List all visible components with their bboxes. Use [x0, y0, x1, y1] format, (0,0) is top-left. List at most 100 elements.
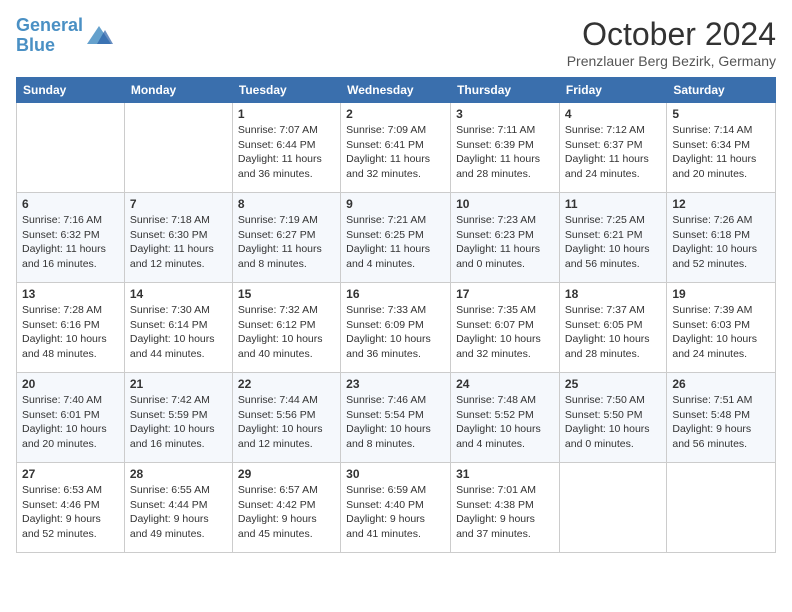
day-content: Sunrise: 6:55 AMSunset: 4:44 PMDaylight:…: [130, 483, 227, 542]
calendar-cell: 16 Sunrise: 7:33 AMSunset: 6:09 PMDayligh…: [341, 283, 451, 373]
day-content: Sunrise: 6:57 AMSunset: 4:42 PMDaylight:…: [238, 483, 335, 542]
calendar-cell: 27Sunrise: 6:53 AMSunset: 4:46 PMDayligh…: [17, 463, 125, 553]
day-number: 2: [346, 107, 445, 121]
day-number: 4: [565, 107, 661, 121]
day-content: Sunrise: 7:28 AMSunset: 6:16 PMDaylight:…: [22, 303, 119, 362]
day-number: 23: [346, 377, 445, 391]
day-number: 15: [238, 287, 335, 301]
week-row-5: 27Sunrise: 6:53 AMSunset: 4:46 PMDayligh…: [17, 463, 776, 553]
calendar-cell: 22Sunrise: 7:44 AMSunset: 5:56 PMDayligh…: [232, 373, 340, 463]
title-block: October 2024 Prenzlauer Berg Bezirk, Ger…: [567, 16, 776, 69]
day-content: Sunrise: 7:14 AMSunset: 6:34 PMDaylight:…: [672, 123, 770, 182]
calendar-cell: 5 Sunrise: 7:14 AMSunset: 6:34 PMDaylight…: [667, 103, 776, 193]
day-content: Sunrise: 7:33 AMSunset: 6:09 PMDaylight:…: [346, 303, 445, 362]
day-number: 14: [130, 287, 227, 301]
day-content: Sunrise: 7:01 AMSunset: 4:38 PMDaylight:…: [456, 483, 554, 542]
day-content: Sunrise: 7:35 AMSunset: 6:07 PMDaylight:…: [456, 303, 554, 362]
day-number: 9: [346, 197, 445, 211]
day-number: 29: [238, 467, 335, 481]
day-number: 6: [22, 197, 119, 211]
day-content: Sunrise: 7:12 AMSunset: 6:37 PMDaylight:…: [565, 123, 661, 182]
calendar-cell: 24Sunrise: 7:48 AMSunset: 5:52 PMDayligh…: [451, 373, 560, 463]
day-number: 1: [238, 107, 335, 121]
day-content: Sunrise: 7:26 AMSunset: 6:18 PMDaylight:…: [672, 213, 770, 272]
calendar-cell: 15 Sunrise: 7:32 AMSunset: 6:12 PMDayligh…: [232, 283, 340, 373]
calendar-cell: 30Sunrise: 6:59 AMSunset: 4:40 PMDayligh…: [341, 463, 451, 553]
weekday-header-row: SundayMondayTuesdayWednesdayThursdayFrid…: [17, 78, 776, 103]
day-content: Sunrise: 7:11 AMSunset: 6:39 PMDaylight:…: [456, 123, 554, 182]
calendar-cell: 12 Sunrise: 7:26 AMSunset: 6:18 PMDayligh…: [667, 193, 776, 283]
weekday-header-monday: Monday: [124, 78, 232, 103]
calendar-cell: 10 Sunrise: 7:23 AMSunset: 6:23 PMDayligh…: [451, 193, 560, 283]
calendar-cell: 4 Sunrise: 7:12 AMSunset: 6:37 PMDaylight…: [559, 103, 666, 193]
day-number: 7: [130, 197, 227, 211]
calendar-cell: 3Sunrise: 7:11 AMSunset: 6:39 PMDaylight…: [451, 103, 560, 193]
weekday-header-friday: Friday: [559, 78, 666, 103]
day-number: 8: [238, 197, 335, 211]
logo-text: General Blue: [16, 16, 83, 56]
calendar-cell: [559, 463, 666, 553]
day-number: 31: [456, 467, 554, 481]
day-number: 24: [456, 377, 554, 391]
location: Prenzlauer Berg Bezirk, Germany: [567, 53, 776, 69]
day-number: 20: [22, 377, 119, 391]
day-content: Sunrise: 7:09 AMSunset: 6:41 PMDaylight:…: [346, 123, 445, 182]
weekday-header-thursday: Thursday: [451, 78, 560, 103]
calendar-cell: [667, 463, 776, 553]
day-number: 18: [565, 287, 661, 301]
header: General Blue October 2024 Prenzlauer Ber…: [16, 16, 776, 69]
calendar-cell: 8 Sunrise: 7:19 AMSunset: 6:27 PMDaylight…: [232, 193, 340, 283]
day-content: Sunrise: 7:30 AMSunset: 6:14 PMDaylight:…: [130, 303, 227, 362]
day-number: 12: [672, 197, 770, 211]
weekday-header-tuesday: Tuesday: [232, 78, 340, 103]
calendar-cell: 13Sunrise: 7:28 AMSunset: 6:16 PMDayligh…: [17, 283, 125, 373]
calendar-table: SundayMondayTuesdayWednesdayThursdayFrid…: [16, 77, 776, 553]
calendar-cell: [124, 103, 232, 193]
calendar-cell: 25 Sunrise: 7:50 AMSunset: 5:50 PMDayligh…: [559, 373, 666, 463]
day-content: Sunrise: 7:40 AMSunset: 6:01 PMDaylight:…: [22, 393, 119, 452]
day-content: Sunrise: 7:39 AMSunset: 6:03 PMDaylight:…: [672, 303, 770, 362]
day-content: Sunrise: 7:37 AMSunset: 6:05 PMDaylight:…: [565, 303, 661, 362]
day-content: Sunrise: 7:25 AMSunset: 6:21 PMDaylight:…: [565, 213, 661, 272]
calendar-cell: 31 Sunrise: 7:01 AMSunset: 4:38 PMDayligh…: [451, 463, 560, 553]
calendar-cell: 28 Sunrise: 6:55 AMSunset: 4:44 PMDayligh…: [124, 463, 232, 553]
calendar-cell: 1Sunrise: 7:07 AMSunset: 6:44 PMDaylight…: [232, 103, 340, 193]
calendar-cell: 19Sunrise: 7:39 AMSunset: 6:03 PMDayligh…: [667, 283, 776, 373]
weekday-header-sunday: Sunday: [17, 78, 125, 103]
day-number: 16: [346, 287, 445, 301]
weekday-header-wednesday: Wednesday: [341, 78, 451, 103]
day-number: 5: [672, 107, 770, 121]
week-row-4: 20 Sunrise: 7:40 AMSunset: 6:01 PMDayligh…: [17, 373, 776, 463]
day-number: 28: [130, 467, 227, 481]
week-row-3: 13Sunrise: 7:28 AMSunset: 6:16 PMDayligh…: [17, 283, 776, 373]
day-number: 26: [672, 377, 770, 391]
month-title: October 2024: [567, 16, 776, 53]
day-number: 25: [565, 377, 661, 391]
day-content: Sunrise: 7:19 AMSunset: 6:27 PMDaylight:…: [238, 213, 335, 272]
logo: General Blue: [16, 16, 113, 56]
calendar-cell: 29 Sunrise: 6:57 AMSunset: 4:42 PMDayligh…: [232, 463, 340, 553]
day-content: Sunrise: 7:50 AMSunset: 5:50 PMDaylight:…: [565, 393, 661, 452]
day-content: Sunrise: 7:32 AMSunset: 6:12 PMDaylight:…: [238, 303, 335, 362]
day-number: 10: [456, 197, 554, 211]
week-row-2: 6Sunrise: 7:16 AMSunset: 6:32 PMDaylight…: [17, 193, 776, 283]
day-content: Sunrise: 7:23 AMSunset: 6:23 PMDaylight:…: [456, 213, 554, 272]
calendar-cell: 20 Sunrise: 7:40 AMSunset: 6:01 PMDayligh…: [17, 373, 125, 463]
weekday-header-saturday: Saturday: [667, 78, 776, 103]
calendar-cell: 17Sunrise: 7:35 AMSunset: 6:07 PMDayligh…: [451, 283, 560, 373]
calendar-cell: 7Sunrise: 7:18 AMSunset: 6:30 PMDaylight…: [124, 193, 232, 283]
calendar-cell: 21Sunrise: 7:42 AMSunset: 5:59 PMDayligh…: [124, 373, 232, 463]
day-number: 11: [565, 197, 661, 211]
calendar-cell: 23Sunrise: 7:46 AMSunset: 5:54 PMDayligh…: [341, 373, 451, 463]
week-row-1: 1Sunrise: 7:07 AMSunset: 6:44 PMDaylight…: [17, 103, 776, 193]
calendar-cell: 18 Sunrise: 7:37 AMSunset: 6:05 PMDayligh…: [559, 283, 666, 373]
calendar-cell: 6Sunrise: 7:16 AMSunset: 6:32 PMDaylight…: [17, 193, 125, 283]
day-number: 27: [22, 467, 119, 481]
day-content: Sunrise: 7:44 AMSunset: 5:56 PMDaylight:…: [238, 393, 335, 452]
page: General Blue October 2024 Prenzlauer Ber…: [0, 0, 792, 569]
day-content: Sunrise: 6:59 AMSunset: 4:40 PMDaylight:…: [346, 483, 445, 542]
calendar-cell: 9Sunrise: 7:21 AMSunset: 6:25 PMDaylight…: [341, 193, 451, 283]
day-content: Sunrise: 7:51 AMSunset: 5:48 PMDaylight:…: [672, 393, 770, 452]
calendar-cell: 26 Sunrise: 7:51 AMSunset: 5:48 PMDayligh…: [667, 373, 776, 463]
logo-icon: [85, 22, 113, 50]
